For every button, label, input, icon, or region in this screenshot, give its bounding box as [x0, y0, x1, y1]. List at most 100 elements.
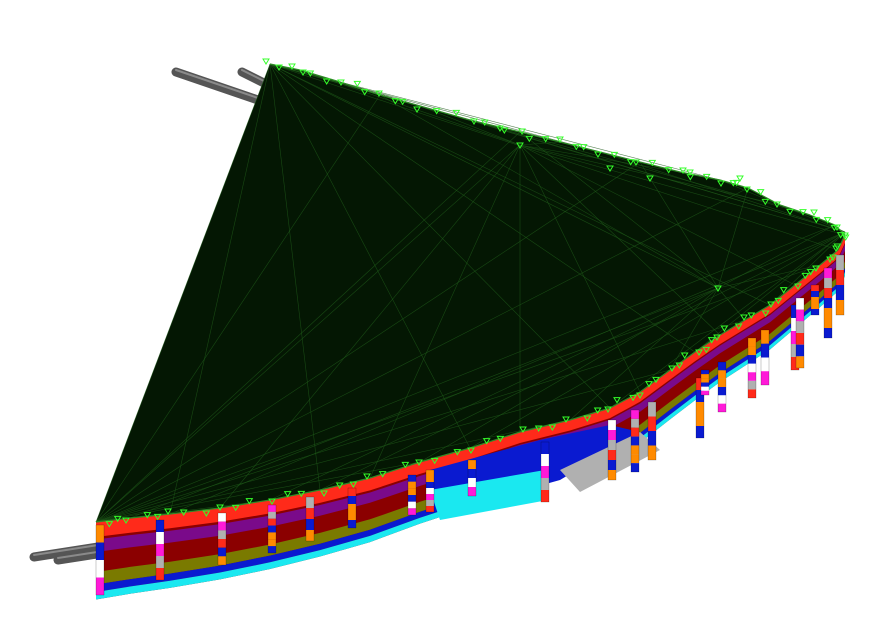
borehole-segment [608, 440, 616, 450]
borehole-segment [218, 513, 226, 522]
borehole-segment [426, 494, 434, 500]
borehole-segment [701, 390, 709, 395]
borehole-segment [748, 380, 756, 390]
borehole-segment [648, 445, 656, 460]
borehole-segment [718, 362, 726, 371]
borehole-segment [156, 532, 164, 544]
borehole-segment [608, 460, 616, 470]
borehole-segment [96, 560, 104, 578]
borehole-segment [631, 436, 639, 446]
borehole [647, 401, 657, 461]
borehole-segment [348, 520, 356, 528]
borehole-segment [701, 374, 709, 379]
borehole-segment [268, 532, 276, 540]
borehole-segment [468, 478, 476, 487]
borehole-segment [426, 470, 434, 476]
pipe-icon [237, 67, 271, 89]
borehole-segment [648, 402, 656, 417]
borehole [700, 369, 710, 396]
borehole-segment [761, 357, 769, 372]
borehole-segment [608, 420, 616, 430]
borehole-segment [541, 454, 549, 466]
borehole-segment [268, 546, 276, 553]
borehole-segment [348, 488, 356, 496]
borehole-segment [218, 521, 226, 531]
borehole-segment [811, 309, 819, 315]
borehole-segment [218, 547, 226, 557]
borehole-segment [541, 466, 549, 478]
borehole-segment [408, 495, 416, 502]
borehole-segment [748, 389, 756, 398]
borehole-segment [631, 463, 639, 472]
borehole-segment [218, 530, 226, 539]
borehole-segment [541, 490, 549, 502]
borehole-segment [648, 416, 656, 431]
borehole-segment [824, 318, 832, 328]
borehole-segment [761, 330, 769, 344]
borehole-segment [408, 475, 416, 482]
borehole-segment [468, 460, 476, 469]
borehole-segment [268, 539, 276, 547]
borehole-segment [824, 308, 832, 318]
borehole-segment [306, 497, 314, 508]
borehole-segment [96, 542, 104, 560]
survey-marker-icon [353, 80, 362, 88]
borehole-segment [718, 370, 726, 379]
borehole [823, 267, 833, 339]
borehole-segment [426, 482, 434, 488]
borehole [810, 284, 820, 316]
borehole-segment [631, 454, 639, 464]
survey-marker-icon [810, 209, 818, 216]
borehole-segment [268, 525, 276, 533]
borehole-segment [268, 518, 276, 526]
borehole-segment [631, 445, 639, 455]
borehole-segment [96, 577, 104, 595]
borehole-segment [541, 478, 549, 490]
borehole-segment [796, 344, 804, 357]
borehole-segment [796, 309, 804, 322]
terrain-model-3d-view[interactable] [0, 0, 887, 626]
borehole-segment [426, 476, 434, 482]
borehole-segment [306, 519, 314, 530]
borehole-segment [796, 356, 804, 368]
borehole-segment [348, 496, 356, 504]
borehole-segment [811, 291, 819, 297]
borehole [630, 409, 640, 473]
borehole-segment [701, 386, 709, 391]
borehole-segment [306, 508, 314, 519]
borehole-segment [631, 427, 639, 437]
borehole-segment [701, 382, 709, 387]
borehole-segment [761, 371, 769, 385]
borehole [155, 519, 165, 581]
borehole [407, 474, 417, 516]
borehole [267, 504, 277, 554]
borehole-segment [96, 525, 104, 543]
borehole-segment [156, 544, 164, 556]
borehole-segment [718, 378, 726, 387]
borehole-segment [608, 430, 616, 440]
borehole [95, 524, 105, 596]
borehole-segment [696, 414, 704, 426]
survey-marker-icon [262, 58, 270, 65]
borehole-segment [748, 355, 756, 364]
borehole-segment [836, 285, 844, 300]
model-viewport[interactable] [0, 0, 887, 626]
borehole-segment [836, 300, 844, 315]
borehole-segment [748, 372, 756, 381]
borehole-segment [824, 328, 832, 338]
borehole [607, 419, 617, 481]
borehole-segment [426, 500, 434, 506]
borehole-segment [218, 539, 226, 548]
borehole-segment [718, 395, 726, 404]
borehole-segment [408, 508, 416, 515]
borehole-segment [696, 426, 704, 438]
borehole-segment [426, 488, 434, 494]
borehole-segment [608, 470, 616, 480]
borehole [347, 487, 357, 529]
borehole-segment [796, 321, 804, 333]
borehole [425, 469, 435, 513]
borehole-segment [811, 285, 819, 291]
borehole-segment [408, 481, 416, 489]
borehole-segment [306, 530, 314, 541]
borehole-segment [156, 568, 164, 580]
